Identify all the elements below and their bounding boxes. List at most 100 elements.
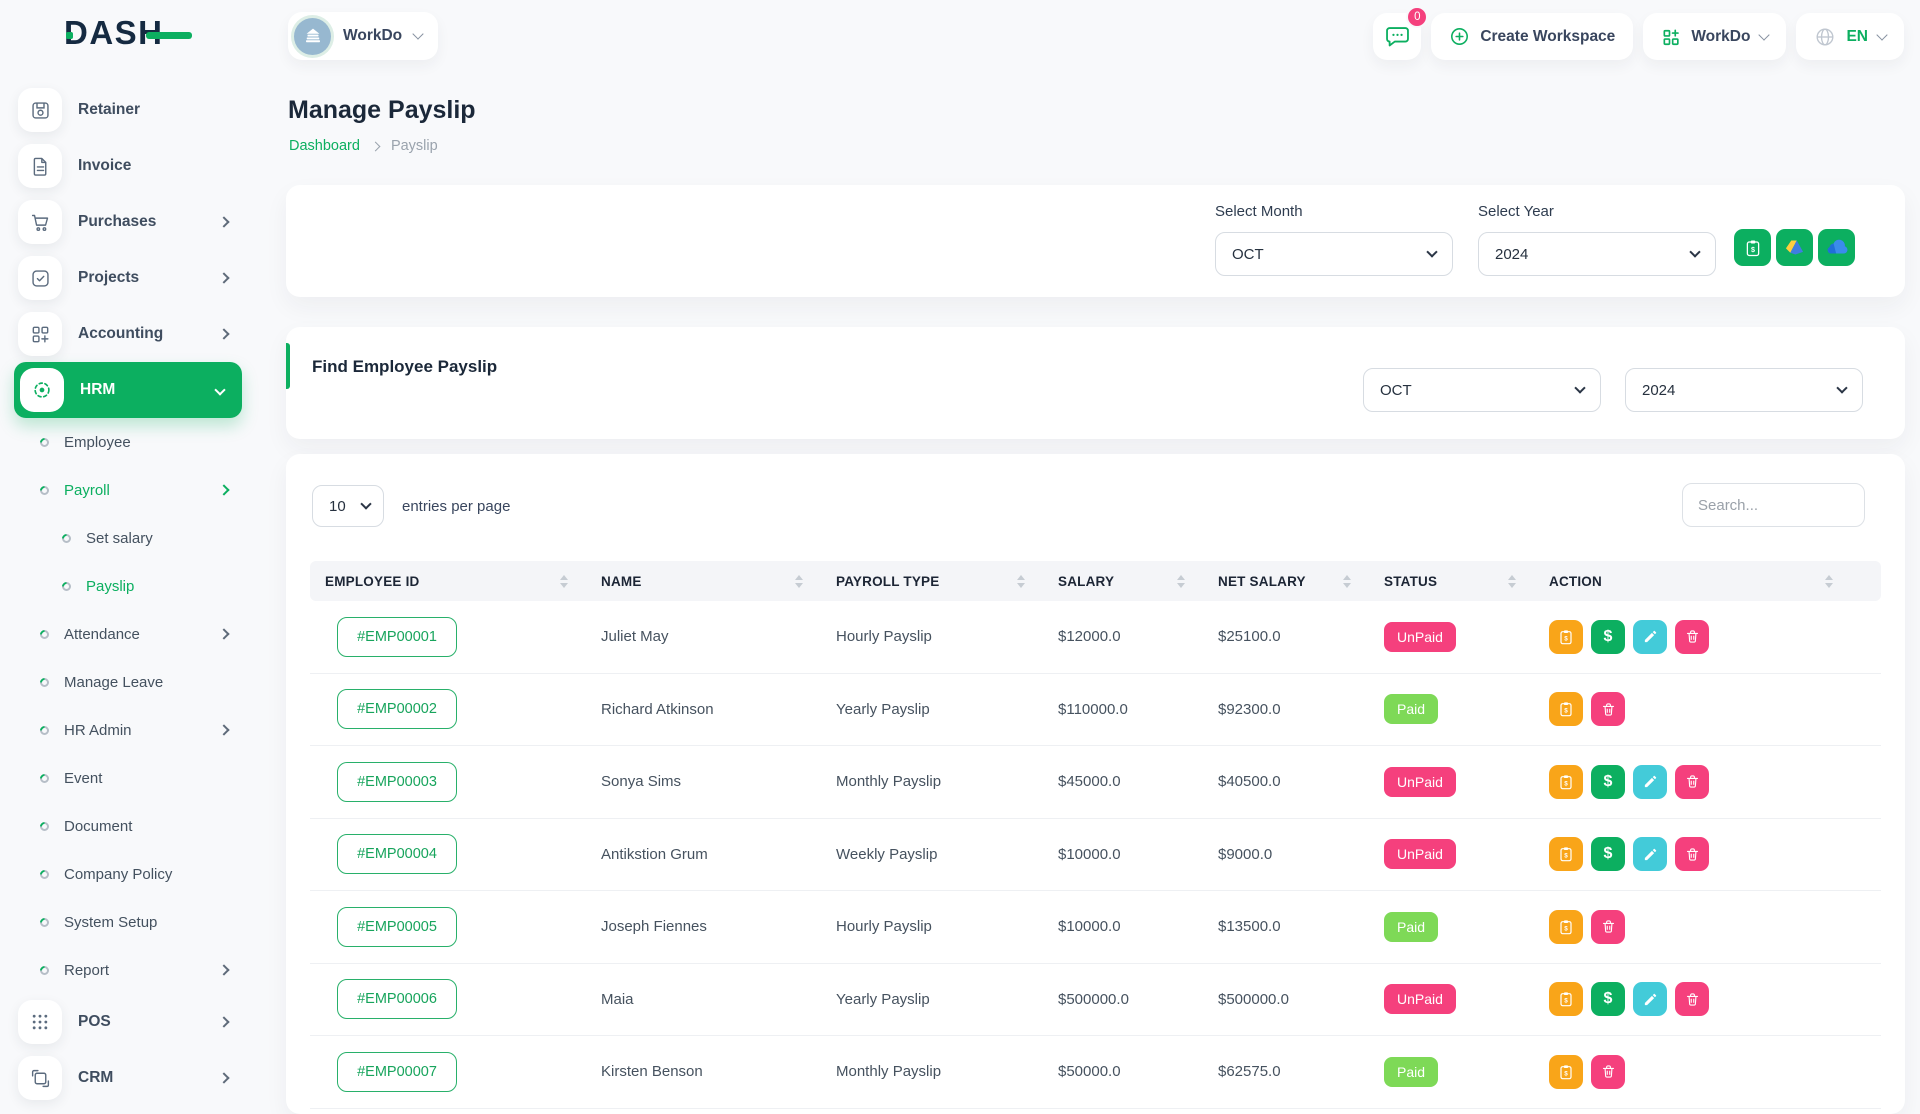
- payslip-button[interactable]: $: [1549, 982, 1583, 1016]
- sidebar-item-document[interactable]: Document: [0, 802, 284, 850]
- sidebar-item-pos[interactable]: POS: [0, 994, 284, 1050]
- sidebar-item-system-setup[interactable]: System Setup: [0, 898, 284, 946]
- workspace-menu-button[interactable]: WorkDo: [1643, 13, 1786, 60]
- create-workspace-button[interactable]: Create Workspace: [1431, 13, 1633, 60]
- search-input[interactable]: [1682, 483, 1865, 527]
- find-month-select[interactable]: OCT: [1363, 368, 1601, 412]
- find-year-select[interactable]: 2024: [1625, 368, 1863, 412]
- topbar-actions: 0 Create Workspace WorkDo EN: [1373, 13, 1904, 60]
- sidebar-item-company-policy[interactable]: Company Policy: [0, 850, 284, 898]
- month-select[interactable]: OCT: [1215, 232, 1453, 276]
- onedrive-export-button[interactable]: [1818, 229, 1855, 266]
- edit-button[interactable]: [1633, 837, 1667, 871]
- sidebar-item-invoice[interactable]: Invoice: [0, 138, 284, 194]
- status-badge: Paid: [1384, 694, 1438, 724]
- sidebar-item-label: Payroll: [64, 482, 110, 499]
- sidebar-item-hr-admin[interactable]: HR Admin: [0, 706, 284, 754]
- sidebar-item-event[interactable]: Event: [0, 754, 284, 802]
- workspace-chip[interactable]: WorkDo: [288, 12, 438, 60]
- sidebar-item-manage-leave[interactable]: Manage Leave: [0, 658, 284, 706]
- sidebar-item-projects[interactable]: Projects: [0, 250, 284, 306]
- edit-button[interactable]: [1633, 982, 1667, 1016]
- breadcrumb: Dashboard Payslip: [289, 138, 438, 154]
- employee-id-badge[interactable]: #EMP00005: [337, 907, 457, 947]
- bullet-icon: [60, 532, 73, 545]
- net-salary-value: $25100.0: [1203, 628, 1369, 645]
- column-header-status[interactable]: STATUS: [1369, 561, 1534, 601]
- year-select[interactable]: 2024: [1478, 232, 1716, 276]
- payslip-button[interactable]: $: [1549, 1055, 1583, 1089]
- sidebar-item-payslip[interactable]: Payslip: [0, 562, 284, 610]
- chevron-right-icon: [218, 272, 229, 283]
- column-header-payroll-type[interactable]: PAYROLL TYPE: [821, 561, 1043, 601]
- payslip-button[interactable]: $: [1549, 692, 1583, 726]
- sidebar-item-label: POS: [78, 1013, 111, 1031]
- entries-per-page-label: entries per page: [402, 498, 510, 515]
- pay-button[interactable]: $: [1591, 982, 1625, 1016]
- column-header-employee-id[interactable]: EMPLOYEE ID: [310, 561, 586, 601]
- payslip-button[interactable]: $: [1549, 765, 1583, 799]
- find-month-value: OCT: [1380, 382, 1412, 399]
- chevron-down-icon: [360, 498, 371, 509]
- net-salary-value: $62575.0: [1203, 1063, 1369, 1080]
- delete-button[interactable]: [1591, 1055, 1625, 1089]
- app-logo[interactable]: DASH: [0, 0, 284, 66]
- delete-button[interactable]: [1591, 910, 1625, 944]
- sidebar-item-report[interactable]: Report: [0, 946, 284, 994]
- payroll-type: Weekly Payslip: [821, 846, 1043, 863]
- payslip-button[interactable]: $: [1549, 620, 1583, 654]
- sidebar-item-accounting[interactable]: Accounting: [0, 306, 284, 362]
- employee-id-badge[interactable]: #EMP00002: [337, 689, 457, 729]
- payslip-button[interactable]: $: [1549, 837, 1583, 871]
- sidebar-item-retainer[interactable]: Retainer: [0, 82, 284, 138]
- sort-icon: [1017, 575, 1025, 588]
- column-header-net-salary[interactable]: NET SALARY: [1203, 561, 1369, 601]
- chevron-right-icon: [218, 216, 229, 227]
- employee-id-badge[interactable]: #EMP00007: [337, 1052, 457, 1092]
- row-actions: $$: [1549, 765, 1881, 799]
- plus-circle-icon: [1449, 26, 1470, 47]
- sidebar-item-label: Event: [64, 770, 102, 787]
- row-actions: $: [1549, 910, 1881, 944]
- breadcrumb-dashboard-link[interactable]: Dashboard: [289, 138, 360, 154]
- language-button[interactable]: EN: [1796, 13, 1904, 60]
- delete-button[interactable]: [1675, 982, 1709, 1016]
- sidebar-item-label: System Setup: [64, 914, 157, 931]
- employee-id-badge[interactable]: #EMP00004: [337, 834, 457, 874]
- sidebar-item-set-salary[interactable]: Set salary: [0, 514, 284, 562]
- column-label: ACTION: [1549, 574, 1602, 589]
- column-header-name[interactable]: NAME: [586, 561, 821, 601]
- edit-button[interactable]: [1633, 765, 1667, 799]
- sidebar-item-hrm[interactable]: HRM: [14, 362, 242, 418]
- messages-button[interactable]: 0: [1373, 13, 1421, 60]
- sidebar-item-crm[interactable]: CRM: [0, 1050, 284, 1106]
- payroll-type: Monthly Payslip: [821, 1063, 1043, 1080]
- employee-id-badge[interactable]: #EMP00001: [337, 617, 457, 657]
- payslip-button[interactable]: $: [1549, 910, 1583, 944]
- employee-id-badge[interactable]: #EMP00003: [337, 762, 457, 802]
- google-drive-export-button[interactable]: [1776, 229, 1813, 266]
- delete-button[interactable]: [1591, 692, 1625, 726]
- sidebar-item-payroll[interactable]: Payroll: [0, 466, 284, 514]
- generate-payslip-button[interactable]: $: [1734, 229, 1771, 266]
- delete-button[interactable]: [1675, 837, 1709, 871]
- delete-button[interactable]: [1675, 765, 1709, 799]
- entries-count-select[interactable]: 10: [312, 485, 384, 527]
- status-badge: Paid: [1384, 1057, 1438, 1087]
- pay-button[interactable]: $: [1591, 837, 1625, 871]
- edit-button[interactable]: [1633, 620, 1667, 654]
- pay-button[interactable]: $: [1591, 765, 1625, 799]
- column-header-salary[interactable]: SALARY: [1043, 561, 1203, 601]
- row-actions: $$: [1549, 620, 1881, 654]
- sidebar-item-employee[interactable]: Employee: [0, 418, 284, 466]
- column-header-action[interactable]: ACTION: [1534, 561, 1881, 601]
- delete-button[interactable]: [1675, 620, 1709, 654]
- accounting-icon: [18, 312, 62, 356]
- select-month-group: Select Month OCT: [1215, 203, 1453, 276]
- sidebar-item-purchases[interactable]: Purchases: [0, 194, 284, 250]
- status-badge: UnPaid: [1384, 622, 1456, 652]
- sidebar-item-attendance[interactable]: Attendance: [0, 610, 284, 658]
- pay-button[interactable]: $: [1591, 620, 1625, 654]
- employee-id-badge[interactable]: #EMP00006: [337, 979, 457, 1019]
- salary-value: $500000.0: [1043, 991, 1203, 1008]
